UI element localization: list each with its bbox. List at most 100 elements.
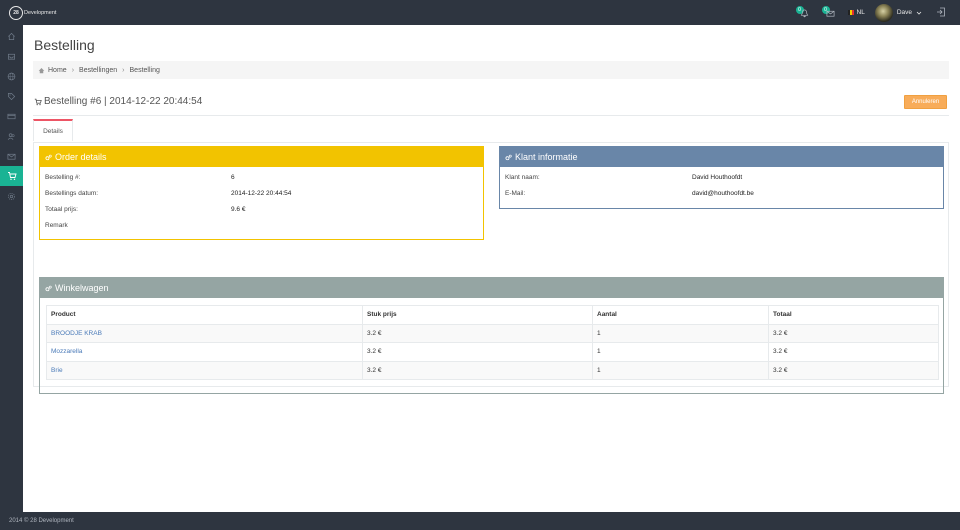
- order-number-label: Bestelling #:: [45, 173, 81, 181]
- divider: [33, 115, 949, 116]
- order-total-value: 9.6 €: [231, 205, 246, 213]
- details-tab-panel: Order details Bestelling #: 6 Bestelling…: [33, 142, 949, 394]
- cogs-icon: [505, 154, 512, 160]
- breadcrumb-orders[interactable]: Bestellingen: [79, 67, 117, 74]
- total-cell: 3.2 €: [768, 360, 939, 380]
- product-link[interactable]: Mozzarella: [51, 348, 82, 355]
- column-header-quantity: Aantal: [592, 305, 769, 325]
- order-details-header: Order details: [40, 147, 483, 167]
- quantity-cell: 1: [592, 323, 769, 343]
- client-name-link[interactable]: David Houthoofdt: [692, 174, 742, 181]
- cart-icon: [7, 172, 17, 180]
- notifications-button[interactable]: 0: [795, 5, 812, 21]
- mail-icon: [7, 153, 16, 160]
- brand-logo[interactable]: 28 Development: [9, 4, 56, 21]
- client-info-header: Klant informatie: [500, 147, 943, 167]
- footer: 2014 © 28 Development: [0, 512, 960, 530]
- breadcrumb-separator: ›: [71, 66, 75, 74]
- breadcrumb-separator: ›: [122, 66, 125, 74]
- logout-button[interactable]: [936, 7, 946, 19]
- total-cell: 3.2 €: [768, 323, 939, 343]
- sidebar-item-globe[interactable]: [0, 66, 23, 86]
- table-row: Mozzarella 3.2 € 1 3.2 €: [46, 342, 939, 362]
- order-heading: Bestelling #6 | 2014-12-22 20:44:54: [34, 96, 202, 107]
- product-link[interactable]: BROODJE KRAB: [51, 330, 102, 337]
- home-icon: [8, 32, 15, 40]
- bell-icon: [800, 9, 808, 17]
- order-remark-label: Remark: [45, 221, 68, 229]
- tag-icon: [7, 92, 16, 100]
- user-name: Dave: [896, 9, 912, 16]
- globe-icon: [7, 72, 16, 80]
- order-number-value: 6: [231, 173, 235, 181]
- chevron-down-icon: [916, 11, 922, 15]
- inbox-icon: [7, 53, 16, 60]
- cart-header: Winkelwagen: [40, 278, 943, 298]
- order-total-row: Totaal prijs: 9.6 €: [45, 201, 483, 217]
- sidebar-item-settings[interactable]: [0, 186, 23, 206]
- home-icon: [38, 67, 45, 73]
- quantity-cell: 1: [592, 360, 769, 380]
- sidebar-item-tags[interactable]: [0, 86, 23, 106]
- messages-button[interactable]: 0: [821, 5, 838, 21]
- cart-table: Product Stuk prijs Aantal Totaal BROODJE…: [46, 305, 939, 380]
- client-name-label: Klant naam:: [505, 173, 540, 181]
- unit-price-cell: 3.2 €: [362, 323, 593, 343]
- logo-mark: 28: [9, 5, 23, 20]
- client-name-row: Klant naam: David Houthoofdt: [505, 169, 943, 185]
- avatar: [874, 3, 893, 22]
- order-number-row: Bestelling #: 6: [45, 169, 483, 185]
- cart-icon: [34, 98, 42, 105]
- sidebar-item-home[interactable]: [0, 26, 23, 46]
- order-details-title: Order details: [55, 152, 107, 162]
- client-info-title: Klant informatie: [515, 152, 578, 162]
- sidebar-item-payments[interactable]: [0, 106, 23, 126]
- total-cell: 3.2 €: [768, 342, 939, 362]
- footer-copyright: 2014 © 28 Development: [9, 518, 74, 524]
- sidebar-item-users[interactable]: [0, 126, 23, 146]
- order-remark-row: Remark: [45, 217, 483, 233]
- breadcrumb-current: Bestelling: [129, 66, 160, 74]
- user-menu[interactable]: Dave: [874, 3, 922, 22]
- logout-icon: [937, 7, 945, 16]
- logo-text: Development: [24, 9, 57, 16]
- sidebar-item-orders[interactable]: [0, 166, 23, 186]
- breadcrumb: Home › Bestellingen › Bestelling: [33, 61, 949, 79]
- column-header-product: Product: [46, 305, 363, 325]
- belgium-flag-icon: [847, 10, 854, 15]
- breadcrumb-home[interactable]: Home: [48, 67, 67, 74]
- product-link[interactable]: Brie: [51, 367, 63, 374]
- order-heading-text: Bestelling #6 | 2014-12-22 20:44:54: [44, 96, 203, 107]
- settings-icon: [7, 192, 16, 200]
- client-email-value: david@houthoofdt.be: [692, 189, 754, 197]
- sidebar: [0, 25, 23, 512]
- language-selector[interactable]: NL: [847, 9, 865, 16]
- cogs-icon: [45, 285, 52, 291]
- unit-price-cell: 3.2 €: [362, 342, 593, 362]
- column-header-total: Totaal: [768, 305, 939, 325]
- envelope-icon: [826, 10, 834, 17]
- language-label: NL: [856, 9, 865, 16]
- top-navbar: 28 Development 0 0 NL Dave: [0, 0, 960, 25]
- unit-price-cell: 3.2 €: [362, 360, 593, 380]
- main-content: Bestelling Home › Bestellingen › Bestell…: [23, 25, 960, 512]
- order-total-label: Totaal prijs:: [45, 205, 78, 213]
- sidebar-item-mail[interactable]: [0, 146, 23, 166]
- table-header-row: Product Stuk prijs Aantal Totaal: [46, 305, 939, 325]
- order-date-row: Bestellings datum: 2014-12-22 20:44:54: [45, 185, 483, 201]
- page-title: Bestelling: [34, 37, 95, 53]
- cogs-icon: [45, 154, 52, 160]
- cart-panel: Winkelwagen Product Stuk prijs Aantal To…: [39, 277, 944, 394]
- sidebar-item-inbox[interactable]: [0, 46, 23, 66]
- credit-card-icon: [7, 113, 16, 119]
- column-header-unit-price: Stuk prijs: [362, 305, 593, 325]
- order-date-value: 2014-12-22 20:44:54: [231, 189, 292, 197]
- quantity-cell: 1: [592, 342, 769, 362]
- order-date-label: Bestellings datum:: [45, 189, 99, 197]
- users-icon: [7, 132, 15, 140]
- client-info-panel: Klant informatie Klant naam: David Houth…: [499, 146, 944, 209]
- cancel-button[interactable]: Annuleren: [904, 95, 947, 109]
- table-row: BROODJE KRAB 3.2 € 1 3.2 €: [46, 323, 939, 343]
- tab-details[interactable]: Details: [33, 119, 73, 141]
- client-email-row: E-Mail: david@houthoofdt.be: [505, 185, 943, 201]
